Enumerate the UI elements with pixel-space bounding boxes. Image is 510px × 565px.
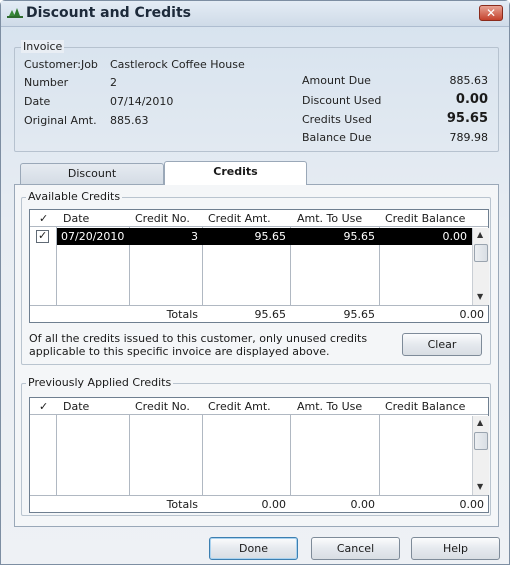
done-button[interactable]: Done bbox=[209, 537, 298, 560]
tab-discount[interactable]: Discount bbox=[20, 163, 164, 185]
credits-used-label: Credits Used bbox=[302, 113, 372, 126]
table-row[interactable]: 07/20/2010 3 95.65 95.65 0.00 bbox=[57, 228, 472, 245]
row-date: 07/20/2010 bbox=[61, 230, 125, 243]
scroll-up-icon[interactable]: ▲ bbox=[477, 418, 483, 427]
totals-credit-amt: 95.65 bbox=[254, 308, 287, 321]
credits-note-line1: Of all the credits issued to this custom… bbox=[29, 332, 368, 345]
scroll-up-icon[interactable]: ▲ bbox=[477, 230, 483, 239]
scroll-thumb[interactable] bbox=[474, 244, 488, 262]
scroll-down-icon[interactable]: ▼ bbox=[477, 292, 483, 301]
tab-credits[interactable]: Credits bbox=[164, 161, 307, 185]
previous-credits-legend: Previously Applied Credits bbox=[26, 376, 174, 389]
previous-credits-table: ✓ Date Credit No. Credit Amt. Amt. To Us… bbox=[29, 397, 489, 513]
totals-amt-to-use: 95.65 bbox=[343, 308, 376, 321]
number-label: Number bbox=[24, 76, 69, 89]
title-bar: Discount and Credits ✕ bbox=[1, 1, 509, 27]
discount-credits-dialog: Discount and Credits ✕ Invoice Customer:… bbox=[0, 0, 510, 565]
help-button[interactable]: Help bbox=[411, 537, 500, 560]
date-value: 07/14/2010 bbox=[110, 95, 174, 108]
credits-note: Of all the credits issued to this custom… bbox=[29, 332, 389, 358]
customer-job-value: Castlerock Coffee House bbox=[110, 58, 245, 71]
clear-button[interactable]: Clear bbox=[402, 333, 482, 356]
credits-used-value: 95.65 bbox=[446, 111, 488, 126]
totals-amt-to-use: 0.00 bbox=[350, 498, 376, 511]
discount-used-value: 0.00 bbox=[455, 92, 488, 107]
button-bar: Done Cancel Help bbox=[1, 528, 509, 565]
header-credit-balance: Credit Balance bbox=[385, 400, 466, 413]
scroll-down-icon[interactable]: ▼ bbox=[477, 482, 483, 491]
invoice-legend: Invoice bbox=[21, 40, 65, 53]
available-credits-table: ✓ Date Credit No. Credit Amt. Amt. To Us… bbox=[29, 209, 489, 323]
dialog-title: Discount and Credits bbox=[26, 5, 191, 21]
header-check: ✓ bbox=[39, 400, 49, 413]
number-value: 2 bbox=[110, 76, 117, 89]
header-credit-no: Credit No. bbox=[135, 400, 190, 413]
tab-discount-label: Discount bbox=[67, 167, 117, 180]
check-mark-icon: ✓ bbox=[38, 229, 48, 242]
customer-job-label: Customer:Job bbox=[24, 58, 98, 71]
previous-scrollbar[interactable]: ▲ ▼ bbox=[472, 416, 489, 495]
header-check: ✓ bbox=[39, 212, 49, 225]
original-amt-label: Original Amt. bbox=[24, 114, 97, 127]
row-checkbox[interactable]: ✓ bbox=[36, 229, 49, 243]
header-credit-balance: Credit Balance bbox=[385, 212, 466, 225]
balance-due-value: 789.98 bbox=[449, 131, 489, 144]
scroll-thumb[interactable] bbox=[474, 432, 488, 450]
row-credit-no: 3 bbox=[191, 230, 198, 243]
close-button[interactable]: ✕ bbox=[479, 5, 503, 21]
available-header-row: ✓ Date Credit No. Credit Amt. Amt. To Us… bbox=[30, 210, 488, 227]
header-credit-no: Credit No. bbox=[135, 212, 190, 225]
discount-used-label: Discount Used bbox=[302, 94, 382, 107]
header-credit-amt: Credit Amt. bbox=[208, 400, 271, 413]
totals-credit-balance: 0.00 bbox=[459, 308, 485, 321]
row-credit-balance: 0.00 bbox=[442, 230, 468, 243]
balance-due-label: Balance Due bbox=[302, 131, 372, 144]
totals-label: Totals bbox=[166, 308, 198, 321]
totals-label: Totals bbox=[166, 498, 198, 511]
credits-note-line2: applicable to this specific invoice are … bbox=[29, 345, 330, 358]
tab-credits-label: Credits bbox=[213, 165, 258, 178]
available-scrollbar[interactable]: ▲ ▼ bbox=[472, 228, 489, 305]
header-date: Date bbox=[63, 400, 90, 413]
header-credit-amt: Credit Amt. bbox=[208, 212, 271, 225]
amount-due-value: 885.63 bbox=[449, 74, 489, 87]
cancel-button[interactable]: Cancel bbox=[311, 537, 400, 560]
totals-credit-amt: 0.00 bbox=[261, 498, 287, 511]
date-label: Date bbox=[24, 95, 51, 108]
available-credits-legend: Available Credits bbox=[26, 190, 123, 203]
amount-due-label: Amount Due bbox=[302, 74, 371, 87]
previous-header-row: ✓ Date Credit No. Credit Amt. Amt. To Us… bbox=[30, 398, 488, 415]
header-date: Date bbox=[63, 212, 90, 225]
previous-totals-row: Totals 0.00 0.00 0.00 bbox=[30, 495, 488, 512]
credits-tab-panel: Available Credits ✓ Date Credit No. Cred… bbox=[14, 184, 499, 527]
header-amt-to-use: Amt. To Use bbox=[297, 400, 363, 413]
row-credit-amt: 95.65 bbox=[254, 230, 287, 243]
header-amt-to-use: Amt. To Use bbox=[297, 212, 363, 225]
available-totals-row: Totals 95.65 95.65 0.00 bbox=[30, 305, 488, 322]
original-amt-value: 885.63 bbox=[110, 114, 149, 127]
row-amt-to-use: 95.65 bbox=[343, 230, 376, 243]
app-icon bbox=[7, 8, 23, 18]
totals-credit-balance: 0.00 bbox=[459, 498, 485, 511]
